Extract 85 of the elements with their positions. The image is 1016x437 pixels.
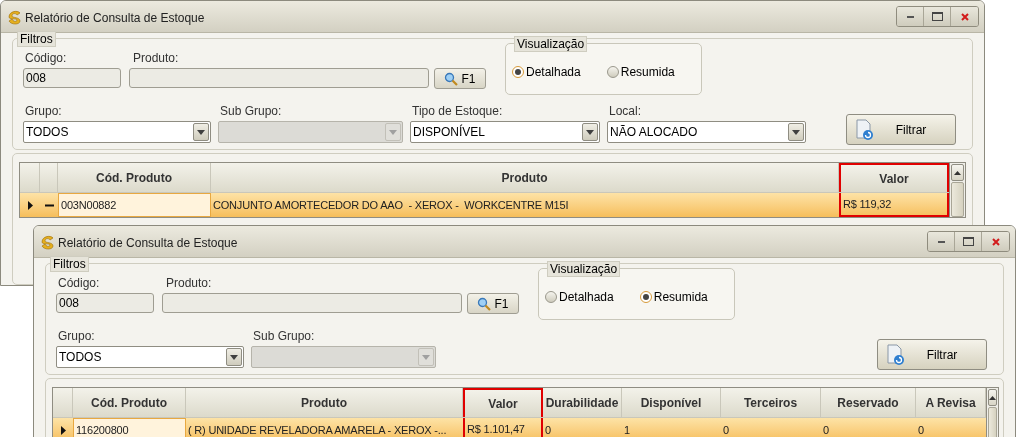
minimize-button[interactable] <box>928 232 955 251</box>
scroll-thumb[interactable] <box>951 182 964 217</box>
field-label: Grupo: <box>24 104 63 118</box>
table-cell-text: ( R) UNIDADE REVELADORA AMARELA - XEROX -... <box>187 422 448 437</box>
minimize-button[interactable] <box>897 7 924 26</box>
search-button[interactable]: F1 <box>434 68 486 89</box>
column-header[interactable]: Produto <box>186 388 463 417</box>
row-pointer-icon <box>60 425 66 435</box>
scroll-up-icon[interactable] <box>989 395 996 400</box>
radio-option[interactable]: Detalhada <box>512 63 581 81</box>
search-icon <box>477 296 492 311</box>
column-header[interactable]: Reservado <box>821 388 916 417</box>
scrollbar[interactable] <box>950 162 966 218</box>
field-label: Grupo: <box>57 329 96 343</box>
radio-option[interactable]: Resumida <box>606 63 675 81</box>
field-label: Sub Grupo: <box>219 104 283 118</box>
window-title: Relatório de Consulta de Estoque <box>25 9 205 27</box>
dropdown[interactable]: TODOS <box>23 121 211 143</box>
group-label: Filtros <box>50 256 89 272</box>
group-label: Visualização <box>514 36 588 52</box>
search-button[interactable]: F1 <box>467 293 519 314</box>
header-cell <box>53 388 73 417</box>
column-header[interactable]: Cód. Produto <box>73 388 186 417</box>
grid-row[interactable]: 003N00882 CONJUNTO AMORTECEDOR DO AAO - XEROX - WORKCENTRE M15I R$ 119,32 <box>20 192 949 217</box>
scrollbar[interactable] <box>987 387 999 437</box>
header-cell <box>40 163 58 192</box>
field-label: Produto: <box>165 276 213 290</box>
caret-icon <box>389 129 397 135</box>
table-cell: 003N00882 <box>58 193 211 217</box>
caret-icon <box>197 129 205 135</box>
close-icon <box>991 237 1000 246</box>
group-label: Visualização <box>547 261 621 277</box>
scroll-thumb[interactable] <box>988 407 997 437</box>
product-field[interactable] <box>129 68 429 88</box>
table-cell: R$ 1.101,47 <box>463 418 543 437</box>
maximize-button[interactable] <box>924 7 951 26</box>
column-header[interactable]: Terceiros <box>721 388 821 417</box>
column-header[interactable]: Valor <box>839 163 949 192</box>
table-cell-text: 1 <box>623 422 631 437</box>
filter-button[interactable]: Filtrar <box>877 339 987 370</box>
grid-row[interactable]: 116200800 ( R) UNIDADE REVELADORA AMARELA - XEROX -... R$ 1.101,47 0 1 0 0 0 <box>53 417 986 437</box>
scroll-up-icon[interactable] <box>954 170 961 175</box>
table-cell-text: 0 <box>544 422 552 437</box>
field-label: Produto: <box>132 51 180 65</box>
field-label: Código: <box>24 51 68 65</box>
search-icon <box>444 71 459 86</box>
header-cell <box>20 163 40 192</box>
column-header[interactable]: A Revisa <box>916 388 986 417</box>
column-header[interactable]: Produto <box>211 163 839 192</box>
filter-button[interactable]: Filtrar <box>846 114 956 145</box>
group-label: Filtros <box>17 31 56 47</box>
column-header[interactable]: Disponível <box>622 388 721 417</box>
field-label: Local: <box>608 104 643 118</box>
column-header[interactable]: Durabilidade <box>543 388 622 417</box>
close-button[interactable] <box>951 7 978 26</box>
row-pointer-icon <box>27 200 33 210</box>
table-cell-text: 0 <box>822 422 830 437</box>
dropdown[interactable]: NÃO ALOCADO <box>607 121 806 143</box>
dropdown[interactable]: DISPONÍVEL <box>410 121 600 143</box>
maximize-button[interactable] <box>955 232 982 251</box>
column-header[interactable]: Valor <box>463 388 543 417</box>
caret-icon <box>792 129 800 135</box>
code-field[interactable]: 008 <box>56 293 154 313</box>
field-label: Sub Grupo: <box>252 329 316 343</box>
field-label: Código: <box>57 276 101 290</box>
field-label: Tipo de Estoque: <box>411 104 504 118</box>
dropdown[interactable]: TODOS <box>56 346 244 368</box>
document-refresh-icon <box>855 118 875 141</box>
table-cell: R$ 119,32 <box>839 193 949 217</box>
caret-icon <box>230 354 238 360</box>
close-button[interactable] <box>982 232 1009 251</box>
table-cell: 116200800 <box>73 418 186 437</box>
product-field[interactable] <box>162 293 462 313</box>
document-refresh-icon <box>886 343 906 366</box>
code-field[interactable]: 008 <box>23 68 121 88</box>
close-icon <box>960 12 969 21</box>
table-cell-text: 0 <box>722 422 730 437</box>
radio-option[interactable]: Resumida <box>639 288 708 306</box>
radio-option[interactable]: Detalhada <box>545 288 614 306</box>
caret-icon <box>586 129 594 135</box>
column-header[interactable]: Cód. Produto <box>58 163 211 192</box>
caret-icon <box>422 354 430 360</box>
table-cell-text: CONJUNTO AMORTECEDOR DO AAO - XEROX - WORKCENTRE M15I <box>212 197 570 213</box>
table-cell-text: 0 <box>917 422 925 437</box>
window-title: Relatório de Consulta de Estoque <box>58 234 238 252</box>
